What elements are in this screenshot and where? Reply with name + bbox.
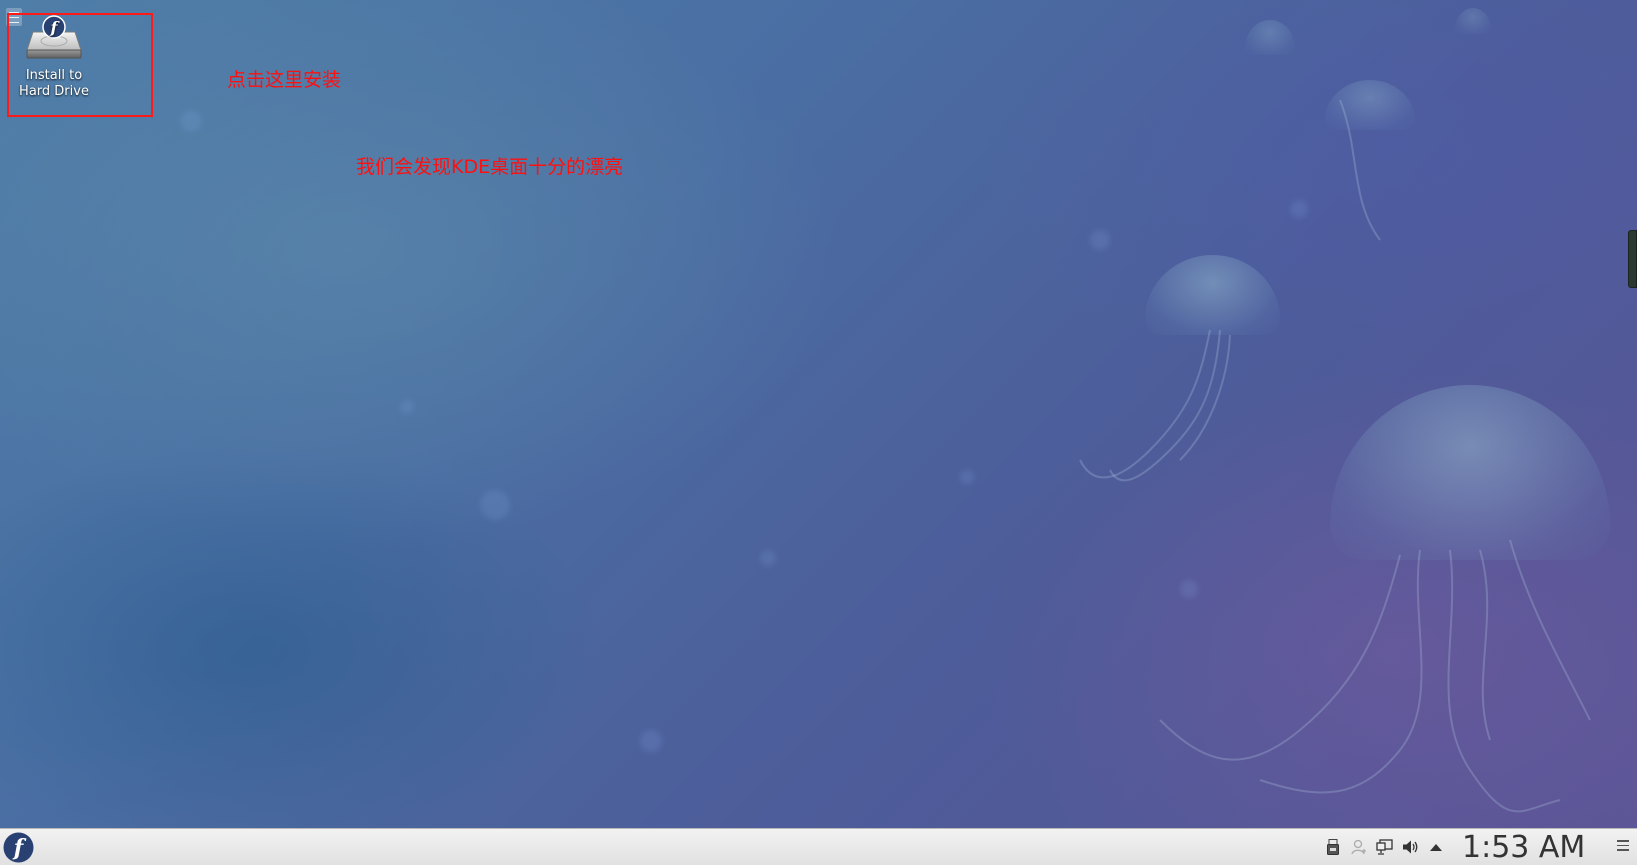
bokeh-particle bbox=[180, 110, 202, 132]
volume-icon[interactable] bbox=[1401, 838, 1419, 856]
bokeh-particle bbox=[480, 490, 510, 520]
jellyfish-graphic bbox=[1325, 80, 1415, 130]
panel-edge-handle[interactable] bbox=[1628, 230, 1637, 288]
bokeh-particle bbox=[960, 470, 974, 484]
application-launcher-button[interactable]: f bbox=[3, 832, 34, 863]
user-status-icon[interactable] bbox=[1350, 838, 1368, 856]
jellyfish-tentacles bbox=[1079, 99, 1591, 813]
network-icon[interactable] bbox=[1375, 838, 1393, 856]
clock[interactable]: 1:53 AM bbox=[1462, 831, 1585, 865]
panel-menu-icon[interactable] bbox=[1617, 840, 1631, 854]
desktop-background: f Install to Hard Drive 点击这里安装 我们会发现KDE桌… bbox=[0, 0, 1637, 828]
bokeh-particle bbox=[400, 400, 414, 414]
jellyfish-graphic bbox=[1245, 20, 1295, 55]
bokeh-particle bbox=[760, 550, 776, 566]
bokeh-particle bbox=[1090, 230, 1110, 250]
annotation-kde-note: 我们会发现KDE桌面十分的漂亮 bbox=[356, 156, 624, 178]
expand-tray-icon[interactable] bbox=[1427, 838, 1445, 856]
fedora-logo-icon: f bbox=[3, 832, 34, 863]
jellyfish-graphic bbox=[1455, 8, 1491, 34]
usb-drive-icon[interactable] bbox=[1324, 838, 1342, 856]
annotation-click-here: 点击这里安装 bbox=[227, 69, 342, 91]
bokeh-particle bbox=[640, 730, 662, 752]
annotation-highlight-box bbox=[7, 13, 153, 117]
taskbar: f 1:53 AM bbox=[0, 828, 1637, 865]
bokeh-particle bbox=[1290, 200, 1308, 218]
